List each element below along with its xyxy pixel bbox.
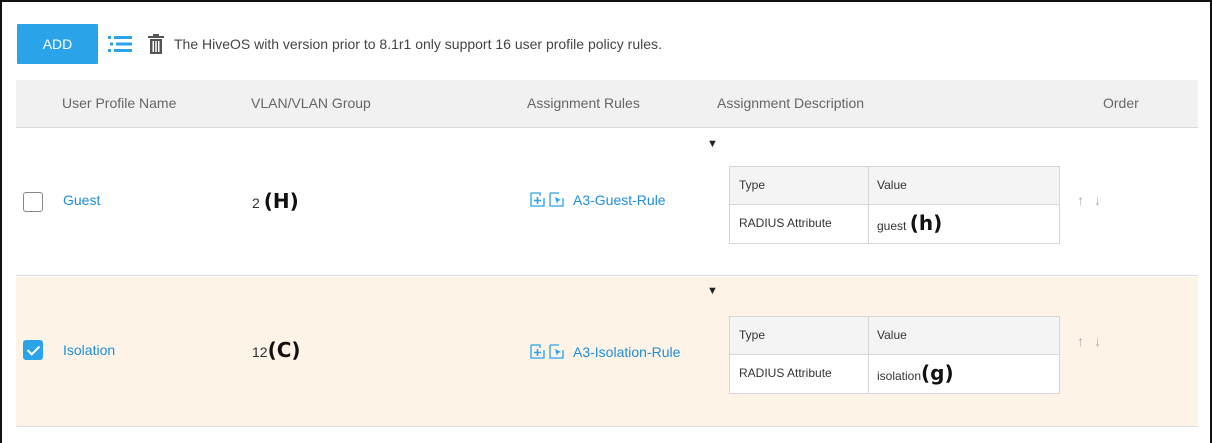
- type-header: Type: [730, 317, 869, 354]
- column-user-profile-name[interactable]: User Profile Name: [62, 95, 176, 111]
- vlan-annotation: (H): [263, 189, 299, 213]
- add-rule-icon[interactable]: [530, 344, 545, 364]
- policy-limit-notice: The HiveOS with version prior to 8.1r1 o…: [174, 36, 662, 52]
- description-body-row: RADIUS Attribute guest (h): [730, 205, 1059, 243]
- arrow-down-icon[interactable]: ↓: [1094, 192, 1101, 208]
- arrow-down-icon[interactable]: ↓: [1094, 333, 1101, 349]
- caret-down-icon[interactable]: ▼: [707, 138, 718, 150]
- type-cell: RADIUS Attribute: [730, 205, 869, 243]
- assignment-description-table: Type Value RADIUS Attribute isolation(g): [729, 316, 1060, 394]
- table-row: Isolation 12(C) A3-Isolation-Rule ▼ Type…: [16, 277, 1198, 427]
- value-cell: guest (h): [869, 205, 1059, 243]
- select-rule-icon[interactable]: [549, 344, 564, 364]
- column-vlan[interactable]: VLAN/VLAN Group: [251, 95, 371, 111]
- table-row: Guest 2 (H) A3-Guest-Rule ▼ Type Value R…: [16, 128, 1198, 276]
- caret-down-icon[interactable]: ▼: [707, 285, 718, 297]
- list-icon[interactable]: [108, 35, 134, 53]
- vlan-value: 2 (H): [252, 189, 299, 213]
- vlan-value: 12(C): [252, 338, 301, 362]
- add-rule-icon[interactable]: [530, 192, 545, 212]
- value-header: Value: [877, 178, 907, 192]
- assignment-rule-link[interactable]: A3-Guest-Rule: [573, 192, 666, 208]
- order-controls: ↑ ↓: [1077, 333, 1101, 349]
- trash-icon[interactable]: [148, 34, 164, 54]
- row-checkbox[interactable]: [23, 340, 43, 360]
- assignment-rule-link[interactable]: A3-Isolation-Rule: [573, 344, 680, 360]
- type-cell: RADIUS Attribute: [730, 355, 869, 393]
- add-button[interactable]: ADD: [17, 24, 98, 64]
- value-text: isolation: [877, 369, 922, 383]
- vlan-annotation: (C): [267, 338, 301, 362]
- rule-actions: [530, 192, 564, 212]
- value-header: Value: [877, 328, 907, 342]
- arrow-up-icon[interactable]: ↑: [1077, 192, 1084, 208]
- rule-actions: [530, 344, 564, 364]
- arrow-up-icon[interactable]: ↑: [1077, 333, 1084, 349]
- description-header-row: Type Value: [730, 317, 1059, 355]
- description-header-row: Type Value: [730, 167, 1059, 205]
- type-header: Type: [730, 167, 869, 204]
- value-annotation: (h): [909, 211, 943, 235]
- order-controls: ↑ ↓: [1077, 192, 1101, 208]
- vlan-number: 12: [252, 344, 268, 360]
- table-header: User Profile Name VLAN/VLAN Group Assign…: [16, 80, 1198, 128]
- column-assignment-description[interactable]: Assignment Description: [717, 95, 864, 111]
- toolbar: ADD The HiveOS with version prior to 8.1…: [17, 24, 662, 64]
- value-annotation: (g): [921, 361, 954, 385]
- assignment-description-table: Type Value RADIUS Attribute guest (h): [729, 166, 1060, 244]
- vlan-number: 2: [252, 195, 260, 211]
- user-profile-link[interactable]: Isolation: [63, 342, 115, 358]
- select-rule-icon[interactable]: [549, 192, 564, 212]
- column-assignment-rules[interactable]: Assignment Rules: [527, 95, 640, 111]
- user-profile-link[interactable]: Guest: [63, 192, 100, 208]
- value-cell: isolation(g): [869, 355, 1059, 393]
- description-body-row: RADIUS Attribute isolation(g): [730, 355, 1059, 393]
- value-text: guest: [877, 219, 907, 233]
- column-order[interactable]: Order: [1103, 95, 1139, 111]
- row-checkbox[interactable]: [23, 192, 43, 212]
